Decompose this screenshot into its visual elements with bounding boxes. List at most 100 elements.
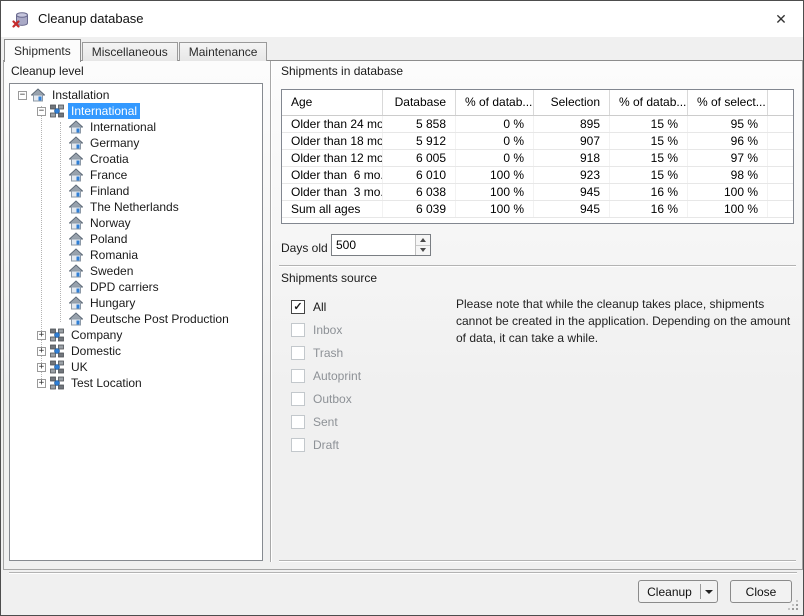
tree-item-label: Croatia [87,151,132,167]
tree-item[interactable]: +Domestic [10,343,262,359]
cleanup-split-button[interactable]: Cleanup [638,580,718,603]
tab-maintenance[interactable]: Maintenance [179,42,268,61]
tree-item[interactable]: Germany [10,135,262,151]
tree-item-label: Company [68,327,125,343]
cleanup-dropdown-button[interactable] [701,581,717,602]
column-header[interactable]: Database [383,90,456,115]
location-icon [69,168,83,182]
table-row[interactable]: Older than 18 mo...5 9120 %90715 %96 % [282,133,793,150]
tree-item[interactable]: Croatia [10,151,262,167]
checkbox-draft[interactable]: Draft [291,438,361,452]
close-button[interactable]: Close [730,580,792,603]
panel-divider [270,61,272,562]
spin-down-button[interactable] [416,246,430,256]
checkbox-sent[interactable]: Sent [291,415,361,429]
column-header-filler [768,90,793,115]
table-cell: Older than 24 mo... [282,116,383,132]
tree-item-label: France [87,167,130,183]
table-cell: 15 % [610,116,688,132]
collapse-icon[interactable]: − [37,107,46,116]
tree-item-label: Sweden [87,263,136,279]
table-cell: 100 % [688,184,768,200]
tree-item[interactable]: International [10,119,262,135]
table-cell: 6 038 [383,184,456,200]
table-cell: 16 % [610,184,688,200]
column-header[interactable]: % of datab... [456,90,534,115]
checkbox-all[interactable]: ✓ All [291,300,361,314]
tree-item[interactable]: Finland [10,183,262,199]
table-cell: 907 [534,133,610,149]
tree-item[interactable]: France [10,167,262,183]
table-cell: 15 % [610,150,688,166]
tree-item[interactable]: The Netherlands [10,199,262,215]
tree-item[interactable]: +Test Location [10,375,262,391]
tree-item[interactable]: Norway [10,215,262,231]
checkbox-label: All [313,300,326,314]
column-header[interactable]: % of select... [688,90,768,115]
tree-item[interactable]: Romania [10,247,262,263]
tab-miscellaneous[interactable]: Miscellaneous [82,42,178,61]
table-cell-filler [768,201,793,217]
checkbox-label: Sent [313,415,338,429]
tree-item[interactable]: −International [10,103,262,119]
shipments-source-label: Shipments source [281,271,377,285]
expand-icon[interactable]: + [37,331,46,340]
location-icon [69,264,83,278]
collapse-icon[interactable]: − [18,91,27,100]
tree-item[interactable]: Deutsche Post Production [10,311,262,327]
table-row[interactable]: Older than 12 mo...6 0050 %91815 %97 % [282,150,793,167]
database-delete-icon [12,11,29,28]
checkbox-label: Outbox [313,392,352,406]
table-row[interactable]: Older than 6 mo...6 010100 %92315 %98 % [282,167,793,184]
tree-item[interactable]: DPD carriers [10,279,262,295]
checkbox-trash[interactable]: Trash [291,346,361,360]
tree-item-label: Deutsche Post Production [87,311,232,327]
close-window-icon[interactable]: ✕ [770,8,792,30]
tree-item-label: International [87,119,159,135]
cleanup-button[interactable]: Cleanup [639,585,700,599]
unchecked-checkbox-icon[interactable] [291,392,305,406]
tree-item-label: DPD carriers [87,279,162,295]
site-icon [50,328,64,342]
table-row[interactable]: Sum all ages6 039100 %94516 %100 % [282,201,793,218]
tab-strip: ShipmentsMiscellaneousMaintenance [4,38,268,61]
days-old-input[interactable] [332,235,415,255]
tree-item[interactable]: +UK [10,359,262,375]
location-icon [69,184,83,198]
column-header[interactable]: Age [282,90,383,115]
table-row[interactable]: Older than 24 mo...5 8580 %89515 %95 % [282,116,793,133]
spin-up-button[interactable] [416,235,430,246]
column-header[interactable]: Selection [534,90,610,115]
table-row[interactable]: Older than 3 mo...6 038100 %94516 %100 % [282,184,793,201]
checkbox-outbox[interactable]: Outbox [291,392,361,406]
resize-grip[interactable] [796,608,798,610]
checkbox-inbox[interactable]: Inbox [291,323,361,337]
unchecked-checkbox-icon[interactable] [291,415,305,429]
unchecked-checkbox-icon[interactable] [291,323,305,337]
tree-item[interactable]: + Company [10,327,262,343]
checked-checkbox-icon[interactable]: ✓ [291,300,305,314]
expand-icon[interactable]: + [37,363,46,372]
expand-icon[interactable]: + [37,379,46,388]
tree-item[interactable]: Hungary [10,295,262,311]
table-cell: 95 % [688,116,768,132]
table-cell: 100 % [456,201,534,217]
table-cell: Older than 3 mo... [282,184,383,200]
unchecked-checkbox-icon[interactable] [291,438,305,452]
tree-item[interactable]: −Installation [10,87,262,103]
tab-shipments[interactable]: Shipments [4,39,81,62]
column-header[interactable]: % of datab... [610,90,688,115]
checkbox-autoprint[interactable]: Autoprint [291,369,361,383]
checkbox-label: Draft [313,438,339,452]
expand-icon[interactable]: + [37,347,46,356]
unchecked-checkbox-icon[interactable] [291,369,305,383]
checkbox-label: Trash [313,346,343,360]
tree-item[interactable]: Poland [10,231,262,247]
table-cell: 98 % [688,167,768,183]
table-cell: Older than 12 mo... [282,150,383,166]
location-icon [69,280,83,294]
unchecked-checkbox-icon[interactable] [291,346,305,360]
cleanup-level-tree[interactable]: −Installation−InternationalInternational… [9,83,263,561]
tree-item[interactable]: Sweden [10,263,262,279]
table-cell: 0 % [456,150,534,166]
